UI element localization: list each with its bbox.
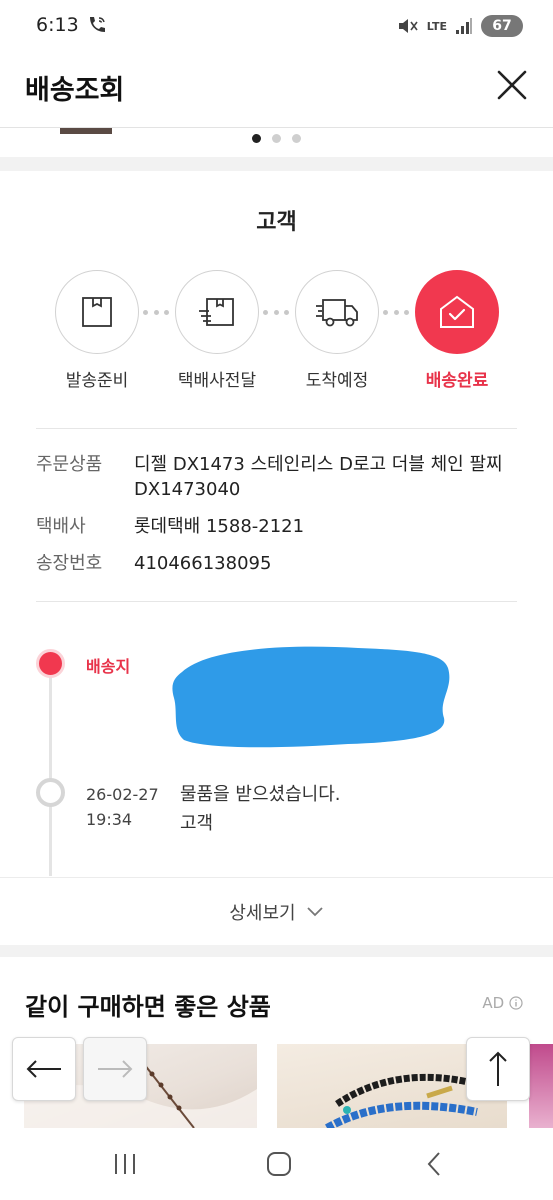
status-bar: 6:13 LTE 67 xyxy=(0,0,553,52)
scroll-top-button[interactable] xyxy=(466,1037,530,1101)
info-icon xyxy=(509,996,523,1010)
step-connector xyxy=(143,308,169,316)
mute-icon xyxy=(398,19,418,33)
step-ready-label: 발송준비 xyxy=(65,371,129,391)
box-icon xyxy=(82,297,112,327)
view-details-label: 상세보기 xyxy=(229,902,296,924)
arrow-right-icon xyxy=(98,1060,133,1078)
tracking-number: 410466138095 xyxy=(134,553,272,574)
back-button[interactable] xyxy=(414,1146,454,1182)
recommendation-title: 같이 구매하면 좋은 상품 xyxy=(25,993,271,1021)
arrow-up-icon xyxy=(489,1051,507,1086)
step-arrival-label: 도착예정 xyxy=(305,371,369,391)
recent-apps-icon xyxy=(115,1154,135,1174)
step-handover-label: 택배사전달 xyxy=(177,371,257,391)
network-type: LTE xyxy=(426,19,447,33)
timeline-dot-active xyxy=(36,649,65,678)
house-check-icon xyxy=(440,295,474,328)
info-key: 주문상품 xyxy=(36,454,103,475)
step-connector xyxy=(383,308,409,316)
handover-box-icon xyxy=(199,298,234,326)
app-header: 배송조회 xyxy=(0,52,553,128)
carousel-dot[interactable] xyxy=(292,134,301,143)
product-thumbnail[interactable] xyxy=(529,1044,553,1128)
ad-badge[interactable]: AD xyxy=(482,994,523,1012)
timeline-dot xyxy=(36,778,65,807)
signal-icon xyxy=(456,18,472,34)
redacted-address xyxy=(172,646,450,748)
wifi-call-icon xyxy=(90,17,105,32)
shipment-info: 주문상품 디젤 DX1473 스테인리스 D로고 더블 체인 팔찌 DX1473… xyxy=(36,452,516,588)
event-status: 물품을 받으셨습니다. xyxy=(180,784,341,805)
product-name: 디젤 DX1473 스테인리스 D로고 더블 체인 팔찌 DX1473040 xyxy=(134,454,503,500)
truck-icon xyxy=(316,299,358,327)
carousel-dot[interactable] xyxy=(272,134,281,143)
close-icon[interactable] xyxy=(495,68,529,102)
event-message: 물품을 받으셨습니다. 고객 xyxy=(180,780,340,838)
status-time: 6:13 xyxy=(36,14,79,36)
section-separator xyxy=(0,945,553,957)
chevron-down-icon xyxy=(306,906,323,916)
event-time: 19:34 xyxy=(86,810,133,829)
home-icon xyxy=(267,1152,291,1176)
arrow-left-icon xyxy=(26,1060,61,1078)
delivery-steps: 발송준비 택배사전달 도착예정 배송완료 xyxy=(0,270,553,391)
event-datetime: 26-02-27 19:34 xyxy=(86,782,159,832)
step-arrival-circle xyxy=(295,270,379,354)
divider xyxy=(36,601,517,602)
timeline-line xyxy=(49,664,52,876)
battery-indicator: 67 xyxy=(481,15,523,37)
step-connector xyxy=(263,308,289,316)
info-row-product: 주문상품 디젤 DX1473 스테인리스 D로고 더블 체인 팔찌 DX1473… xyxy=(36,452,516,502)
courier-name: 롯데택배 1588-2121 xyxy=(134,516,305,537)
step-delivered-label: 배송완료 xyxy=(425,371,489,391)
event-actor: 고객 xyxy=(180,813,214,834)
recipient-name: 고객 xyxy=(256,210,297,235)
divider xyxy=(36,428,517,429)
system-navigation-bar xyxy=(0,1128,553,1200)
back-chevron-icon xyxy=(427,1152,440,1176)
step-ready-circle xyxy=(55,270,139,354)
status-icons: LTE 67 xyxy=(397,14,523,38)
event-date: 26-02-27 xyxy=(86,785,159,804)
info-row-courier: 택배사 롯데택배 1588-2121 xyxy=(36,514,516,539)
destination-label: 배송지 xyxy=(86,657,131,676)
carousel-dots xyxy=(0,134,553,143)
ad-label: AD xyxy=(482,994,505,1012)
step-handover-circle xyxy=(175,270,259,354)
section-separator xyxy=(0,157,553,171)
carousel-prev-button[interactable] xyxy=(12,1037,76,1101)
page-title: 배송조회 xyxy=(25,75,125,106)
info-row-tracking: 송장번호 410466138095 xyxy=(36,551,516,576)
view-details-button[interactable]: 상세보기 xyxy=(0,877,553,945)
info-key: 송장번호 xyxy=(36,553,103,574)
step-delivered-circle xyxy=(415,270,499,354)
recent-apps-button[interactable] xyxy=(105,1146,145,1182)
carousel-next-button[interactable] xyxy=(83,1037,147,1101)
info-key: 택배사 xyxy=(36,516,86,537)
carousel-dot[interactable] xyxy=(252,134,261,143)
home-button[interactable] xyxy=(259,1146,299,1182)
